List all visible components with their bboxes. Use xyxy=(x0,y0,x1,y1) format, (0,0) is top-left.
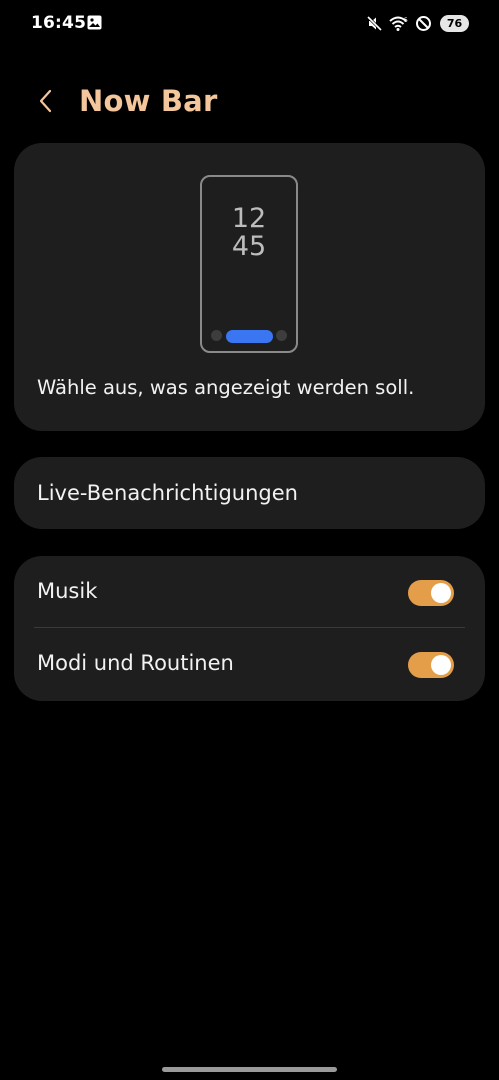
battery-icon: 76 xyxy=(440,14,469,32)
music-toggle-knob xyxy=(431,583,451,603)
modes-routines-row[interactable]: Modi und Routinen xyxy=(14,628,485,700)
status-bar: 16:45 5 76 xyxy=(0,0,499,46)
phone-preview-illustration: 12 45 xyxy=(200,175,298,353)
nowbar-right-dot xyxy=(276,330,287,341)
modes-routines-label: Modi und Routinen xyxy=(37,651,234,675)
nowbar-left-dot xyxy=(211,330,222,341)
now-bar-settings-screen: 16:45 5 76 Now Bar 12 45 Wähle aus, was … xyxy=(0,0,499,1080)
gesture-navigation-bar[interactable] xyxy=(162,1067,337,1072)
chevron-left-icon xyxy=(38,88,54,118)
preview-caption: Wähle aus, was angezeigt werden soll. xyxy=(37,376,415,399)
music-label: Musik xyxy=(37,579,98,603)
svg-text:5: 5 xyxy=(404,17,408,24)
modes-routines-toggle-knob xyxy=(431,655,451,675)
preview-clock-minutes: 45 xyxy=(231,231,267,262)
mute-icon xyxy=(366,15,383,32)
status-time: 16:45 xyxy=(31,13,87,33)
do-not-disturb-icon xyxy=(415,15,432,32)
preview-clock-hours: 12 xyxy=(231,203,267,234)
live-notifications-item[interactable]: Live-Benachrichtigungen xyxy=(14,457,485,529)
music-row[interactable]: Musik xyxy=(14,556,485,628)
wifi-icon: 5 xyxy=(389,15,409,32)
modes-routines-toggle[interactable] xyxy=(408,652,454,678)
app-header: Now Bar xyxy=(0,80,499,126)
live-notifications-label: Live-Benachrichtigungen xyxy=(37,481,298,505)
gallery-icon xyxy=(87,15,102,30)
back-button[interactable] xyxy=(30,86,62,120)
nowbar-pill xyxy=(226,330,273,343)
page-title: Now Bar xyxy=(79,84,218,118)
preview-card: 12 45 Wähle aus, was angezeigt werden so… xyxy=(14,143,485,431)
music-toggle[interactable] xyxy=(408,580,454,606)
toggles-card: Musik Modi und Routinen xyxy=(14,556,485,701)
status-icons: 5 76 xyxy=(366,13,469,33)
